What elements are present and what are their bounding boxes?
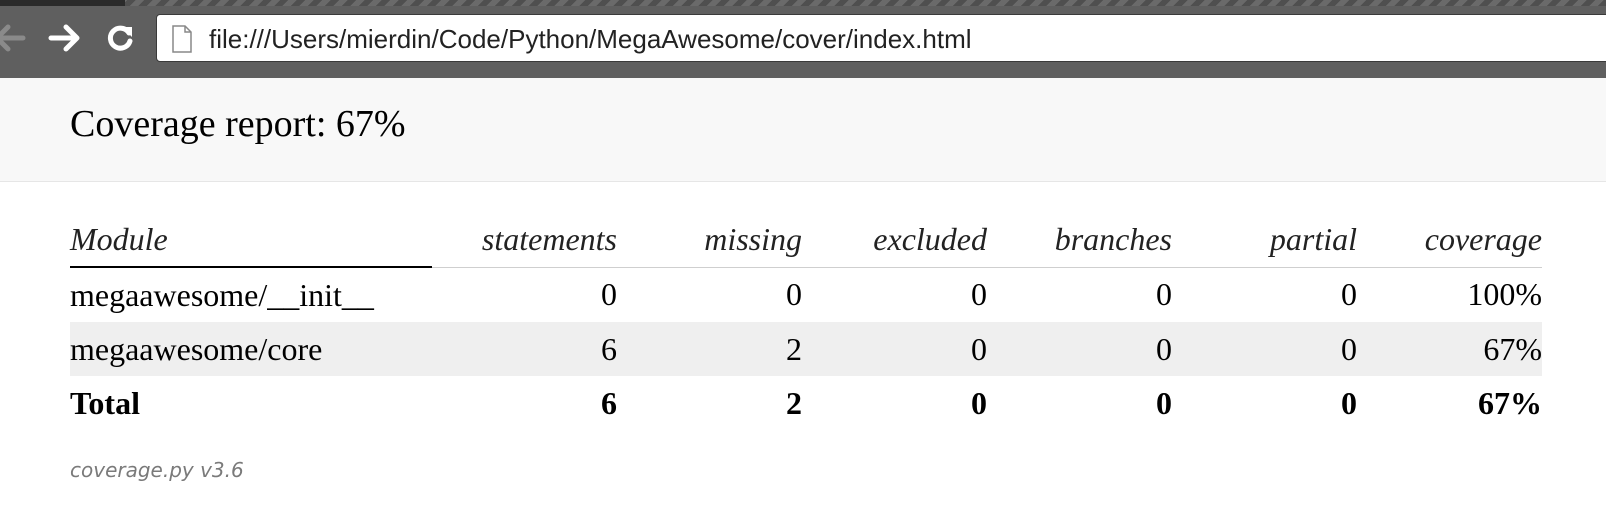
tab-strip (0, 0, 1606, 6)
total-excluded: 0 (971, 384, 987, 421)
total-missing: 2 (786, 384, 802, 421)
coverage-table: Module statements missing excluded branc… (70, 212, 1542, 430)
column-header-statements[interactable]: statements (432, 212, 617, 268)
table-row: megaawesome/core 6 2 0 0 0 67% (70, 322, 1542, 376)
page-title: Coverage report: 67% (70, 103, 406, 145)
footer-version[interactable]: coverage.py v3.6 (70, 458, 244, 482)
column-header-module[interactable]: Module (70, 212, 432, 268)
browser-toolbar: file:///Users/mierdin/Code/Python/MegaAw… (0, 0, 1606, 78)
module-link[interactable]: megaawesome/core (70, 322, 432, 376)
coverage-cell: 100% (1467, 276, 1542, 313)
column-header-coverage[interactable]: coverage (1357, 212, 1542, 268)
partial-cell: 0 (1341, 276, 1357, 313)
forward-button[interactable] (46, 20, 82, 56)
branches-cell: 0 (1156, 276, 1172, 313)
column-header-missing[interactable]: missing (617, 212, 802, 268)
table-row: megaawesome/__init__ 0 0 0 0 0 100% (70, 267, 1542, 322)
total-coverage: 67% (1478, 384, 1542, 421)
coverage-cell: 67% (1357, 322, 1542, 376)
total-row: Total 6 2 0 0 0 67% (70, 376, 1542, 430)
report-header: Coverage report: 67% (0, 78, 1606, 182)
page-icon (172, 25, 192, 53)
url-text[interactable]: file:///Users/mierdin/Code/Python/MegaAw… (209, 24, 972, 55)
branches-cell: 0 (987, 322, 1172, 376)
reload-button[interactable] (102, 20, 138, 56)
total-statements: 6 (601, 384, 617, 421)
module-link[interactable]: megaawesome/__init__ (70, 267, 432, 322)
table-header-row: Module statements missing excluded branc… (70, 212, 1542, 268)
column-header-branches[interactable]: branches (987, 212, 1172, 268)
excluded-cell: 0 (971, 276, 987, 313)
address-bar[interactable]: file:///Users/mierdin/Code/Python/MegaAw… (156, 14, 1606, 62)
reload-icon (107, 25, 133, 51)
total-partial: 0 (1341, 384, 1357, 421)
back-arrow-icon (0, 24, 26, 52)
back-button[interactable] (0, 20, 28, 56)
statements-cell: 0 (601, 276, 617, 313)
missing-cell: 0 (786, 276, 802, 313)
active-tab-edge[interactable] (0, 0, 125, 6)
total-branches: 0 (1156, 384, 1172, 421)
column-header-partial[interactable]: partial (1172, 212, 1357, 268)
forward-arrow-icon (48, 24, 80, 52)
total-label: Total (70, 384, 140, 421)
excluded-cell: 0 (802, 322, 987, 376)
column-header-excluded[interactable]: excluded (802, 212, 987, 268)
partial-cell: 0 (1172, 322, 1357, 376)
statements-cell: 6 (432, 322, 617, 376)
missing-cell: 2 (617, 322, 802, 376)
